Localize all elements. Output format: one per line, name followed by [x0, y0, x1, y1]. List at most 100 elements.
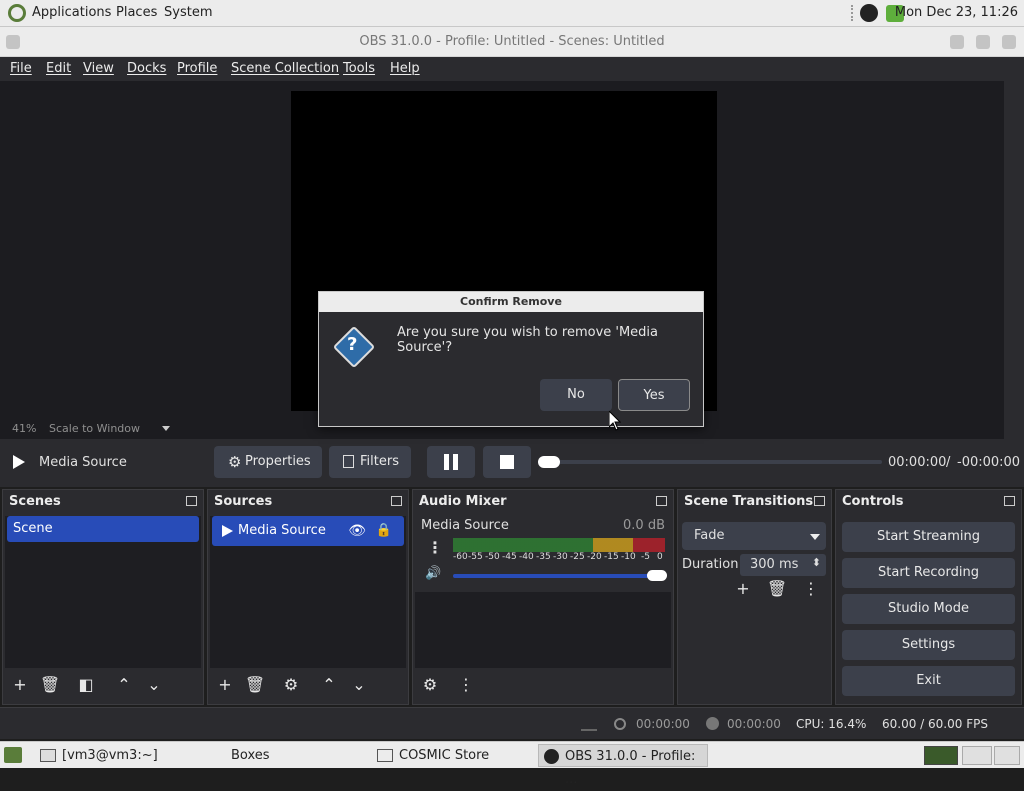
clock[interactable]: Mon Dec 23, 11:26 [895, 5, 1018, 20]
transition-select[interactable]: Fade [682, 522, 826, 550]
obs-icon [544, 749, 559, 764]
task-obs[interactable]: OBS 31.0.0 - Profile: ... [538, 744, 708, 787]
add-source-icon[interactable]: + [212, 672, 238, 698]
add-scene-icon[interactable]: + [7, 672, 33, 698]
list-item[interactable]: Scene [7, 516, 199, 542]
undock-icon[interactable] [186, 496, 197, 506]
menu-scene-collection[interactable]: Scene Collection [231, 61, 339, 76]
remove-scene-icon[interactable]: 🗑 [37, 672, 63, 698]
undock-icon[interactable] [391, 496, 402, 506]
task-boxes[interactable]: Boxes [205, 744, 355, 767]
mixer-menu-icon[interactable]: ⋮ [453, 672, 479, 698]
menu-view[interactable]: View [83, 61, 114, 76]
undock-icon[interactable] [1004, 496, 1015, 506]
stop-button[interactable] [483, 446, 531, 478]
stream-status-icon [614, 718, 626, 730]
remove-source-icon[interactable]: 🗑 [242, 672, 268, 698]
obs-tray-icon[interactable] [860, 4, 878, 22]
volume-slider-handle[interactable] [647, 570, 667, 581]
zoom-level: 41% [12, 422, 37, 435]
close-icon[interactable] [1002, 35, 1016, 49]
media-source-type-icon [222, 525, 233, 537]
media-seek-slider[interactable] [540, 460, 882, 464]
menu-file[interactable]: File [10, 61, 32, 76]
advanced-audio-icon[interactable]: ⚙ [417, 672, 443, 698]
spin-arrows-icon[interactable]: ⬍ [812, 556, 821, 569]
filters-button[interactable]: Filters [329, 446, 411, 478]
menu-profile[interactable]: Profile [177, 61, 217, 76]
meter-scale-label: -5 [641, 552, 650, 562]
scale-mode-select[interactable]: Scale to Window [49, 422, 140, 435]
scale-mode-dropdown-icon[interactable] [162, 426, 170, 431]
meter-scale-label: -15 [604, 552, 619, 562]
transition-menu-icon[interactable]: ⋮ [798, 576, 824, 602]
visibility-eye-icon[interactable]: 👁 [348, 516, 366, 546]
maximize-icon[interactable] [976, 35, 990, 49]
move-down-icon[interactable]: ⌄ [141, 672, 167, 698]
duration-spinbox[interactable]: 300 ms ⬍ [740, 554, 826, 576]
add-transition-icon[interactable]: + [730, 576, 756, 602]
remove-transition-icon[interactable]: 🗑 [764, 576, 790, 602]
start-recording-button[interactable]: Start Recording [842, 558, 1015, 588]
list-item[interactable]: Media Source 👁 🔒 [212, 516, 404, 546]
start-streaming-button[interactable]: Start Streaming [842, 522, 1015, 552]
meter-scale-label: -30 [553, 552, 568, 562]
mixer-menu-icon[interactable]: ⋮ [427, 538, 443, 557]
move-down-icon[interactable]: ⌄ [346, 672, 372, 698]
menu-edit[interactable]: Edit [46, 61, 71, 76]
properties-label: Properties [245, 454, 311, 469]
dialog-title[interactable]: Confirm Remove [319, 292, 703, 312]
speaker-icon[interactable]: 🔊 [425, 566, 441, 581]
minimize-icon[interactable] [950, 35, 964, 49]
meter-scale-label: -60 [453, 552, 468, 562]
signal-bars-icon [581, 717, 597, 731]
scenes-dock: Scenes Scene + 🗑 ◧ ⌃ ⌄ [2, 489, 204, 705]
yes-button[interactable]: Yes [618, 379, 690, 411]
workspace-switcher[interactable] [924, 746, 958, 765]
scene-filters-icon[interactable]: ◧ [73, 672, 99, 698]
undock-icon[interactable] [814, 496, 825, 506]
volume-meter [453, 538, 665, 552]
workspace-switcher-3[interactable] [994, 746, 1020, 765]
menu-docks[interactable]: Docks [127, 61, 166, 76]
fps-display: 60.00 / 60.00 FPS [882, 717, 988, 731]
system-menu[interactable]: System [164, 5, 212, 20]
cpu-usage: CPU: 16.4% [796, 717, 867, 731]
source-properties-icon[interactable]: ⚙ [278, 672, 304, 698]
applications-menu[interactable]: Applications [32, 5, 111, 20]
window-titlebar[interactable]: OBS 31.0.0 - Profile: Untitled - Scenes:… [0, 27, 1024, 57]
lock-icon[interactable]: 🔒 [376, 516, 392, 546]
volume-slider[interactable] [453, 574, 665, 578]
media-seek-handle[interactable] [538, 456, 560, 468]
sources-toolbar: + 🗑 ⚙ ⌃ ⌄ [208, 668, 408, 704]
filters-label: Filters [360, 454, 399, 469]
confirm-remove-dialog: Confirm Remove ? Are you sure you wish t… [318, 291, 704, 427]
preview-scrollbar[interactable] [1004, 81, 1024, 439]
store-icon [377, 749, 393, 762]
settings-button[interactable]: Settings [842, 630, 1015, 660]
studio-mode-button[interactable]: Studio Mode [842, 594, 1015, 624]
pause-button[interactable] [427, 446, 475, 478]
meter-scale-label: -25 [570, 552, 585, 562]
no-button[interactable]: No [540, 379, 612, 411]
sources-list[interactable]: Media Source 👁 🔒 [210, 516, 406, 668]
move-up-icon[interactable]: ⌃ [111, 672, 137, 698]
undock-icon[interactable] [656, 496, 667, 506]
move-up-icon[interactable]: ⌃ [316, 672, 342, 698]
window-menu-icon[interactable] [6, 35, 20, 49]
task-terminal[interactable]: [vm3@vm3:~] [36, 744, 226, 767]
properties-button[interactable]: ⚙ Properties [214, 446, 322, 478]
play-icon[interactable] [13, 455, 25, 469]
workspace-switcher-2[interactable] [962, 746, 992, 765]
scenes-list[interactable]: Scene [5, 516, 201, 668]
media-source-name: Media Source [39, 455, 127, 470]
media-time-remaining: -00:00:00 [957, 455, 1021, 470]
show-desktop-icon[interactable] [4, 747, 22, 763]
menu-help[interactable]: Help [390, 61, 420, 76]
menu-tools[interactable]: Tools [343, 61, 375, 76]
places-menu[interactable]: Places [116, 5, 157, 20]
exit-button[interactable]: Exit [842, 666, 1015, 696]
task-cosmic-store[interactable]: COSMIC Store [373, 744, 533, 767]
top-panel: Applications Places System Mon Dec 23, 1… [0, 0, 1024, 27]
gnome-foot-icon[interactable] [8, 4, 26, 22]
